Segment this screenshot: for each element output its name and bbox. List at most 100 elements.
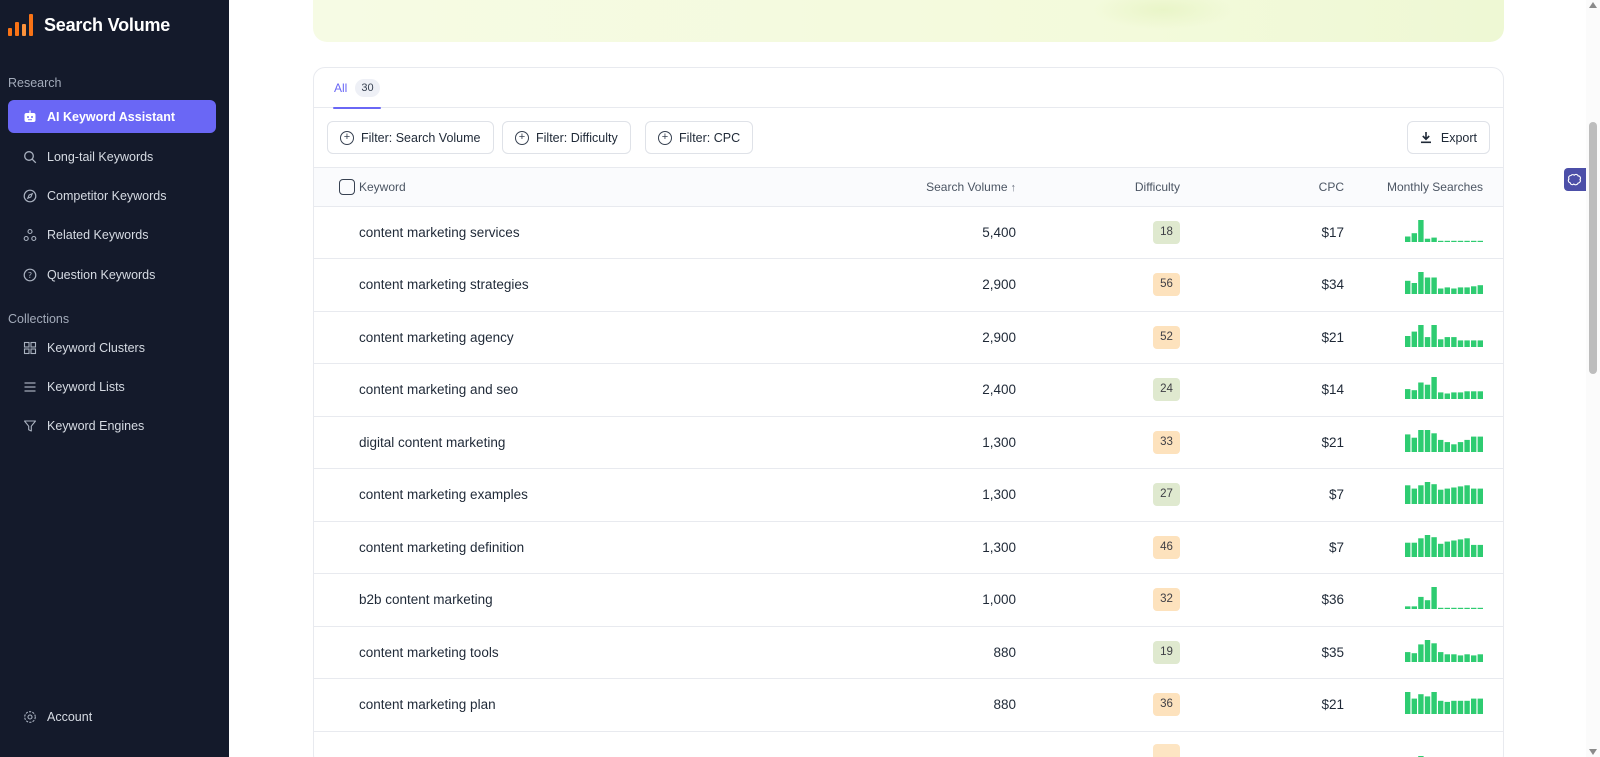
sparkline-bar (1464, 287, 1470, 295)
sidebar-item-question-keywords[interactable]: ? Question Keywords (8, 258, 216, 291)
sparkline-bar (1411, 232, 1417, 242)
monthly-searches-cell (1344, 678, 1503, 732)
monthly-searches-sparkline (1405, 272, 1483, 297)
search-volume-column-header[interactable]: Search Volume ↑ (779, 168, 1016, 207)
sparkline-bar (1431, 237, 1437, 242)
sparkline-bar (1477, 436, 1483, 452)
main-content: All 30 + Filter: Search Volume + Filter:… (229, 0, 1600, 757)
sparkline-bar (1471, 436, 1477, 452)
keyword-column-header[interactable]: Keyword (359, 168, 779, 207)
search-volume-cell: 2,900 (779, 258, 1016, 312)
sparkline-bar (1457, 392, 1464, 400)
keyword-cell[interactable]: digital content marketing (359, 416, 779, 469)
sparkline-bar (1411, 283, 1417, 295)
table-row[interactable]: content marketing definition 1,300 46 $7 (314, 521, 1503, 574)
monthly-searches-cell (1344, 521, 1503, 574)
brand[interactable]: Search Volume (0, 0, 229, 50)
sparkline-bar (1424, 482, 1431, 505)
keyword-cell[interactable]: content marketing strategies (359, 258, 779, 312)
sparkline-bar (1451, 336, 1457, 347)
monthly-searches-sparkline (1405, 534, 1483, 560)
sparkline-bar (1444, 654, 1450, 662)
sparkline-bar (1457, 240, 1464, 242)
keyword-cell[interactable]: content marketing and seo (359, 363, 779, 417)
filter-search-volume-button[interactable]: + Filter: Search Volume (327, 121, 494, 154)
table-row[interactable]: content marketing and seo 2,400 24 $14 (314, 363, 1503, 417)
sidebar-item-keyword-lists[interactable]: Keyword Lists (8, 370, 216, 403)
monthly-searches-sparkline (1405, 639, 1483, 665)
sidebar-item-competitor-keywords[interactable]: Competitor Keywords (8, 179, 216, 212)
keyword-cell[interactable]: content marketing plan (359, 678, 779, 732)
keywords-card: All 30 + Filter: Search Volume + Filter:… (313, 67, 1504, 757)
sparkline-bar (1457, 287, 1464, 295)
sparkline-bar (1457, 340, 1464, 347)
table-row[interactable]: digital content marketing 1,300 33 $21 (314, 416, 1503, 469)
difficulty-badge: 36 (1153, 693, 1180, 717)
robot-icon (22, 109, 38, 125)
table-row[interactable]: content marketing tools 880 19 $35 (314, 626, 1503, 679)
sparkline-bar (1411, 542, 1417, 557)
monthly-searches-cell (1344, 363, 1503, 417)
scrollbar-thumb[interactable] (1589, 122, 1597, 374)
sidebar-item-account[interactable]: Account (8, 700, 216, 733)
keyword-cell[interactable]: content marketing definition (359, 521, 779, 574)
keyword-cell[interactable]: b2b content marketing (359, 573, 779, 627)
tab-all[interactable]: All 30 (333, 68, 381, 109)
sparkline-bar (1444, 287, 1450, 295)
cpc-cell: $21 (1180, 678, 1344, 732)
sparkline-bar (1451, 444, 1457, 452)
sparkline-bar (1438, 339, 1444, 347)
keyword-cell[interactable]: content marketing tools (359, 626, 779, 679)
network-icon (22, 227, 38, 243)
cpc-cell: $34 (1180, 258, 1344, 312)
table-row[interactable]: b2b content marketing 1,000 32 $36 (314, 573, 1503, 627)
select-all-checkbox[interactable] (339, 178, 355, 195)
sparkline-bar (1451, 392, 1457, 400)
sidebar-item-keyword-clusters[interactable]: Keyword Clusters (8, 331, 216, 364)
assistant-banner (313, 0, 1504, 42)
difficulty-column-header[interactable]: Difficulty (1016, 168, 1180, 207)
filter-difficulty-button[interactable]: + Filter: Difficulty (502, 121, 631, 154)
sidebar-item-keyword-engines[interactable]: Keyword Engines (8, 409, 216, 442)
sidebar-item-ai-keyword-assistant[interactable]: AI Keyword Assistant (8, 100, 216, 133)
difficulty-cell: 19 (1016, 626, 1180, 679)
cpc-cell: $7 (1180, 521, 1344, 574)
keyword-cell[interactable]: content marketing agency (359, 311, 779, 364)
sparkline-bar (1438, 240, 1444, 242)
keyword-cell[interactable]: content marketing examples (359, 468, 779, 522)
sparkline-bar (1418, 538, 1424, 557)
table-row[interactable] (314, 731, 1503, 757)
difficulty-cell: 46 (1016, 521, 1180, 574)
monthly-searches-column-header[interactable]: Monthly Searches (1344, 168, 1503, 207)
table-row[interactable]: content marketing plan 880 36 $21 (314, 678, 1503, 732)
export-button[interactable]: Export (1406, 121, 1490, 154)
sparkline-bar (1431, 484, 1437, 505)
scroll-up-arrow-icon[interactable] (1589, 2, 1597, 8)
difficulty-badge: 56 (1153, 273, 1180, 297)
extension-brain-button[interactable] (1564, 168, 1586, 191)
sparkline-bar (1418, 694, 1424, 715)
sparkline-bar (1477, 285, 1483, 295)
filter-cpc-button[interactable]: + Filter: CPC (645, 121, 754, 154)
sparkline-bar (1405, 335, 1411, 347)
sidebar-item-long-tail-keywords[interactable]: Long-tail Keywords (8, 140, 216, 173)
cpc-column-header[interactable]: CPC (1180, 168, 1344, 207)
keyword-cell[interactable] (359, 731, 779, 757)
sidebar-item-related-keywords[interactable]: Related Keywords (8, 218, 216, 251)
sparkline-bar (1451, 288, 1457, 295)
sparkline-bar (1431, 433, 1437, 452)
sparkline-bar (1444, 608, 1450, 610)
table-row[interactable]: content marketing examples 1,300 27 $7 (314, 468, 1503, 522)
search-volume-cell: 2,400 (779, 363, 1016, 417)
page-scrollbar[interactable] (1586, 0, 1600, 757)
sparkline-bar (1405, 651, 1411, 662)
monthly-searches-sparkline (1405, 587, 1483, 612)
table-row[interactable]: content marketing strategies 2,900 56 $34 (314, 258, 1503, 312)
plus-circle-icon: + (658, 130, 672, 145)
table-row[interactable]: content marketing agency 2,900 52 $21 (314, 311, 1503, 364)
sparkline-bar (1438, 651, 1444, 662)
sparkline-bar (1431, 536, 1437, 557)
keyword-cell[interactable]: content marketing services (359, 206, 779, 259)
table-row[interactable]: content marketing services 5,400 18 $17 (314, 206, 1503, 259)
scroll-down-arrow-icon[interactable] (1589, 749, 1597, 755)
